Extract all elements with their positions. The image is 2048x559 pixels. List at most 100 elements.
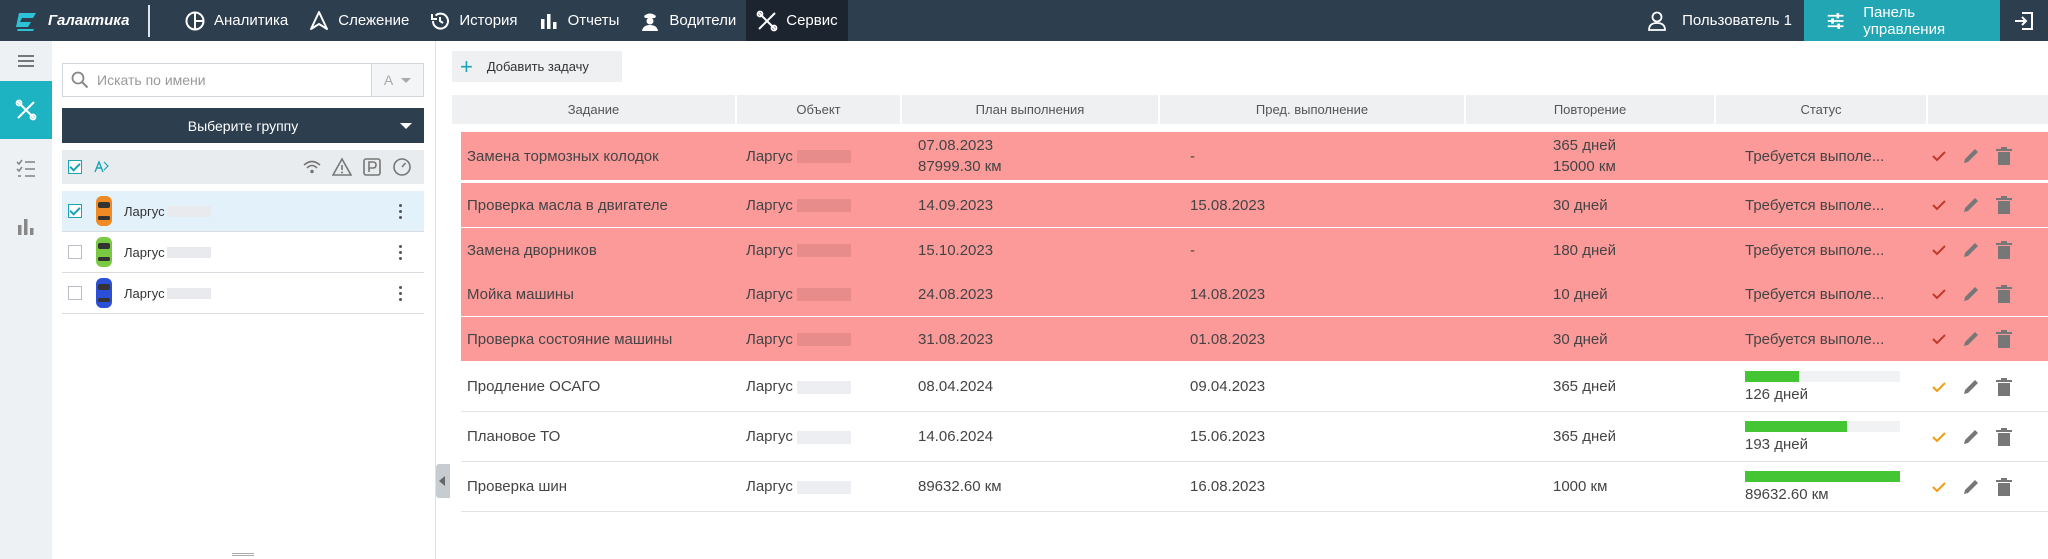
- nav-drivers[interactable]: Водители: [629, 0, 746, 41]
- more-menu-icon[interactable]: [399, 285, 402, 301]
- task-status: Требуется выполе...: [1745, 242, 1927, 259]
- search-input[interactable]: Искать по имени: [97, 72, 371, 88]
- col-prev[interactable]: Пред. выполнение: [1160, 95, 1466, 124]
- complete-check-icon[interactable]: [1931, 286, 1947, 302]
- edit-pencil-icon[interactable]: [1961, 284, 1981, 304]
- status-text: Требуется выполе...: [1745, 241, 1885, 259]
- rail-stats[interactable]: [0, 197, 52, 255]
- table-row[interactable]: Проверка масла в двигателе Ларгус 14.09.20…: [461, 183, 2048, 227]
- col-plan[interactable]: План выполнения: [902, 95, 1160, 124]
- col-status[interactable]: Статус: [1716, 95, 1928, 124]
- delete-trash-icon[interactable]: [1995, 284, 2013, 304]
- delete-trash-icon[interactable]: [1995, 477, 2013, 497]
- repeat-days: 30 дней: [1553, 196, 1608, 214]
- complete-check-icon[interactable]: [1931, 429, 1947, 445]
- nav-drivers-label: Водители: [669, 12, 737, 29]
- table-row[interactable]: Замена дворников Ларгус 15.10.2023 - 180 дне…: [461, 228, 2048, 272]
- vehicle-checkbox[interactable]: [68, 204, 82, 218]
- user-menu[interactable]: Пользователь 1: [1646, 10, 1804, 32]
- task-object: Ларгус: [746, 286, 916, 303]
- vehicle-item[interactable]: Ларгус: [62, 273, 424, 314]
- edit-pencil-icon[interactable]: [1961, 240, 1981, 260]
- sort-toggle-icon[interactable]: [92, 158, 110, 176]
- task-status: 126 дней: [1745, 370, 1927, 403]
- vehicle-item[interactable]: Ларгус: [62, 191, 424, 232]
- group-select-label: Выберите группу: [187, 117, 299, 134]
- nav-tracking[interactable]: Слежение: [298, 0, 419, 41]
- vehicle-item[interactable]: Ларгус: [62, 232, 424, 273]
- brand-logo[interactable]: Галактика: [0, 0, 148, 41]
- row-actions: [1927, 195, 2037, 215]
- complete-check-icon[interactable]: [1931, 479, 1947, 495]
- edit-pencil-icon[interactable]: [1961, 377, 1981, 397]
- user-icon: [1648, 11, 1667, 31]
- complete-check-icon[interactable]: [1931, 331, 1947, 347]
- nav-analytics-label: Аналитика: [214, 12, 289, 29]
- complete-check-icon[interactable]: [1931, 197, 1947, 213]
- task-object: Ларгус: [746, 148, 916, 165]
- nav-service[interactable]: Сервис: [746, 0, 848, 41]
- task-prev: 15.08.2023: [1190, 196, 1266, 214]
- sort-dropdown[interactable]: A: [371, 64, 423, 96]
- col-object[interactable]: Объект: [737, 95, 902, 124]
- complete-check-icon[interactable]: [1931, 379, 1947, 395]
- edit-pencil-icon[interactable]: [1961, 329, 1981, 349]
- signal-icon[interactable]: [302, 157, 322, 177]
- task-object: Ларгус: [746, 378, 916, 395]
- delete-trash-icon[interactable]: [1995, 427, 2013, 447]
- search-box[interactable]: Искать по имени A: [62, 63, 424, 97]
- edit-pencil-icon[interactable]: [1961, 195, 1981, 215]
- select-all-checkbox[interactable]: [68, 160, 82, 174]
- more-menu-icon[interactable]: [399, 203, 402, 219]
- task-object: Ларгус: [746, 478, 916, 495]
- table-row[interactable]: Мойка машины Ларгус 24.08.2023 14.08.2023 10…: [461, 272, 2048, 316]
- delete-trash-icon[interactable]: [1995, 377, 2013, 397]
- delete-trash-icon[interactable]: [1995, 195, 2013, 215]
- table-row[interactable]: Проверка шин Ларгус 89632.60 км 16.08.2023 1…: [461, 462, 2048, 512]
- delete-trash-icon[interactable]: [1995, 329, 2013, 349]
- control-panel-button[interactable]: Панель управления: [1804, 0, 2000, 41]
- vehicle-checkbox[interactable]: [68, 286, 82, 300]
- delete-trash-icon[interactable]: [1995, 240, 2013, 260]
- nav-reports[interactable]: Отчеты: [528, 0, 630, 41]
- menu-toggle[interactable]: [0, 41, 52, 81]
- vehicle-checkbox[interactable]: [68, 245, 82, 259]
- plan-date: 07.08.2023: [918, 137, 994, 154]
- resize-handle[interactable]: [232, 553, 254, 556]
- col-repeat[interactable]: Повторение: [1466, 95, 1716, 124]
- redacted-plate: [796, 480, 851, 494]
- table-row[interactable]: Замена тормозных колодок Ларгус 07.08.2023…: [461, 132, 2048, 180]
- redacted-plate: [796, 380, 851, 394]
- delete-trash-icon[interactable]: [1995, 146, 2013, 166]
- table-row[interactable]: Плановое ТО Ларгус 14.06.2024 15.06.2023 365…: [461, 412, 2048, 462]
- row-actions: [1927, 240, 2037, 260]
- parking-icon[interactable]: [362, 157, 382, 177]
- speedometer-icon[interactable]: [392, 157, 412, 177]
- collapse-panel-button[interactable]: [436, 464, 450, 498]
- edit-pencil-icon[interactable]: [1961, 427, 1981, 447]
- progress-bar: [1745, 420, 1900, 432]
- nav-history[interactable]: История: [419, 0, 527, 41]
- table-row[interactable]: Проверка состояние машины Ларгус 31.08.202…: [461, 317, 2048, 361]
- table-row[interactable]: Продление ОСАГО Ларгус 08.04.2024 09.04.202…: [461, 362, 2048, 412]
- logout-button[interactable]: [2000, 0, 2048, 41]
- col-task[interactable]: Задание: [452, 95, 737, 124]
- complete-check-icon[interactable]: [1931, 148, 1947, 164]
- history-icon: [431, 12, 450, 30]
- more-menu-icon[interactable]: [399, 244, 402, 260]
- top-bar: Галактика Аналитика Слежение История Отч…: [0, 0, 2048, 41]
- task-repeat: 30 дней: [1553, 329, 1745, 350]
- table-header: Задание Объект План выполнения Пред. вып…: [452, 95, 2048, 124]
- add-task-button[interactable]: + Добавить задачу: [452, 51, 622, 82]
- warning-icon[interactable]: [332, 157, 352, 177]
- chevron-down-icon: [401, 77, 412, 83]
- complete-check-icon[interactable]: [1931, 242, 1947, 258]
- group-select-button[interactable]: Выберите группу: [62, 108, 424, 143]
- edit-pencil-icon[interactable]: [1961, 146, 1981, 166]
- nav-analytics[interactable]: Аналитика: [174, 0, 298, 41]
- edit-pencil-icon[interactable]: [1961, 477, 1981, 497]
- rail-service[interactable]: [0, 81, 52, 139]
- bar-chart-icon: [18, 219, 34, 235]
- rail-tasks[interactable]: [0, 139, 52, 197]
- redacted-plate: [166, 246, 211, 258]
